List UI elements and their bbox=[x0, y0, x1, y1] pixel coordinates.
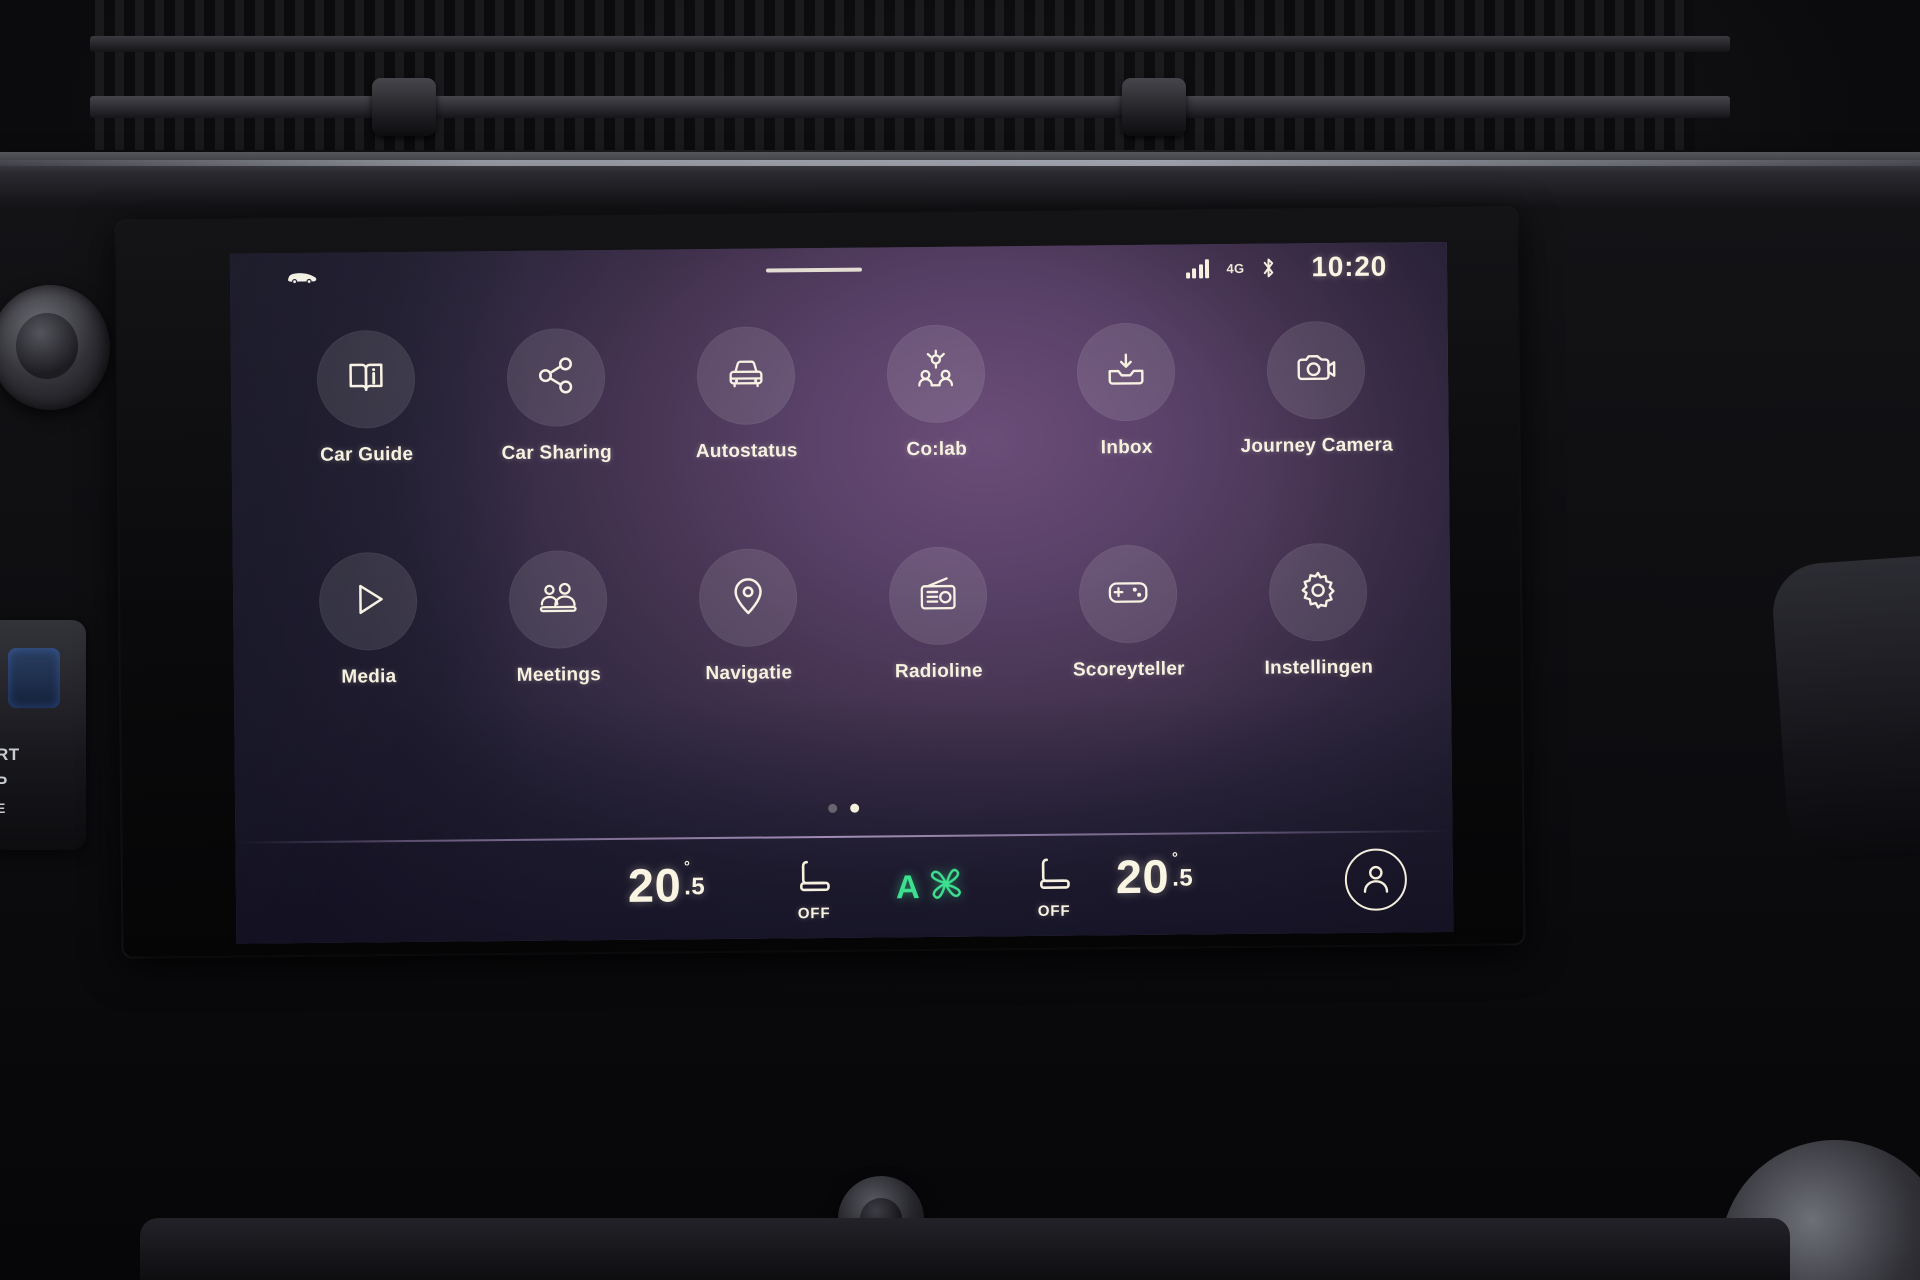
app-car-sharing[interactable]: Car Sharing bbox=[461, 328, 652, 466]
app-icon-button[interactable] bbox=[698, 548, 798, 648]
app-label: Instellingen bbox=[1264, 656, 1374, 679]
bluetooth-icon bbox=[1261, 257, 1276, 279]
driver-temp-value: 20 ° .5 bbox=[628, 857, 706, 913]
app-icon-button[interactable] bbox=[508, 550, 608, 649]
app-icon-button[interactable] bbox=[1266, 320, 1366, 420]
signal-bars-icon bbox=[1185, 258, 1210, 278]
inbox-download-icon bbox=[1103, 346, 1149, 397]
app-label: Inbox bbox=[1100, 436, 1153, 459]
auto-mode-label: A bbox=[895, 868, 920, 906]
app-icon-button[interactable] bbox=[1076, 322, 1176, 422]
passenger-temperature[interactable]: 20 ° .5 bbox=[1116, 848, 1194, 904]
infotainment-bezel: 4G 10:20 Car Guide Car Sharing Autostatu… bbox=[116, 208, 1524, 957]
page-indicator[interactable] bbox=[235, 798, 1452, 819]
app-label: Autostatus bbox=[695, 440, 798, 463]
app-radioline[interactable]: Radioline bbox=[843, 546, 1034, 684]
right-dashboard-trim bbox=[1769, 554, 1920, 866]
gear-icon bbox=[1295, 566, 1341, 617]
passenger-temp-value: 20 ° .5 bbox=[1116, 848, 1194, 904]
driver-temp-degree: ° bbox=[683, 858, 691, 876]
app-icon-button[interactable] bbox=[506, 328, 606, 427]
app-icon-button[interactable] bbox=[316, 329, 416, 429]
camera-video-icon bbox=[1293, 345, 1339, 396]
app-car-guide[interactable]: Car Guide bbox=[271, 329, 462, 467]
start-stop-button[interactable] bbox=[8, 648, 60, 708]
vent-knob-left[interactable] bbox=[372, 78, 436, 136]
seat-heater-icon bbox=[796, 858, 832, 903]
app-icon-button[interactable] bbox=[318, 551, 418, 651]
passenger-seat-heater[interactable]: OFF bbox=[1036, 856, 1073, 920]
passenger-seat-status: OFF bbox=[1037, 902, 1071, 920]
vent-bar-lower bbox=[90, 96, 1730, 118]
start-stop-label-2: P bbox=[0, 773, 8, 792]
page-dot-2[interactable] bbox=[850, 803, 860, 813]
play-triangle-icon bbox=[345, 576, 391, 627]
vent-bar-upper bbox=[90, 36, 1730, 52]
app-label: Car Guide bbox=[320, 443, 414, 466]
app-label: Journey Camera bbox=[1240, 434, 1394, 457]
start-stop-label-1: RT bbox=[0, 745, 20, 764]
app-label: Navigatie bbox=[705, 662, 793, 685]
driver-temperature[interactable]: 20 ° .5 bbox=[628, 857, 706, 913]
app-label: Meetings bbox=[516, 664, 602, 686]
driver-temp-decimal: .5 bbox=[684, 872, 706, 900]
infotainment-screen: 4G 10:20 Car Guide Car Sharing Autostatu… bbox=[229, 241, 1454, 944]
app-autostatus[interactable]: Autostatus bbox=[651, 326, 842, 464]
app-label: Co:lab bbox=[906, 438, 968, 461]
vent-knob-right[interactable] bbox=[1122, 78, 1186, 136]
user-profile-button[interactable] bbox=[1344, 848, 1408, 911]
app-label: Car Sharing bbox=[501, 441, 613, 465]
app-inbox[interactable]: Inbox bbox=[1031, 322, 1222, 460]
gamepad-icon bbox=[1105, 568, 1151, 619]
people-group-icon bbox=[535, 574, 581, 625]
app-meetings[interactable]: Meetings bbox=[463, 550, 654, 688]
climate-bar: 20 ° .5 OFF A OFF 20 ° .5 bbox=[235, 834, 1453, 944]
app-journey-camera[interactable]: Journey Camera bbox=[1221, 320, 1412, 458]
dashboard-trim-highlight bbox=[0, 160, 1920, 166]
book-info-icon bbox=[343, 354, 389, 405]
fan-icon bbox=[925, 863, 967, 910]
app-grid: Car Guide Car Sharing Autostatus Co:lab … bbox=[271, 320, 1414, 689]
map-pin-icon bbox=[725, 572, 771, 623]
console-bottom-trim bbox=[140, 1218, 1790, 1280]
app-icon-button[interactable] bbox=[886, 324, 986, 424]
app-icon-button[interactable] bbox=[1078, 544, 1178, 644]
user-avatar-icon bbox=[1359, 860, 1393, 899]
passenger-temp-whole: 20 bbox=[1115, 849, 1170, 904]
status-indicators: 4G 10:20 bbox=[1185, 250, 1388, 285]
app-label: Radioline bbox=[894, 660, 983, 683]
status-bar: 4G 10:20 bbox=[230, 242, 1447, 306]
app-icon-button[interactable] bbox=[696, 326, 796, 426]
clock-time: 10:20 bbox=[1311, 250, 1388, 283]
page-dot-1[interactable] bbox=[828, 803, 838, 813]
app-label: Scoreyteller bbox=[1072, 658, 1185, 681]
share-nodes-icon bbox=[533, 352, 579, 403]
app-colab[interactable]: Co:lab bbox=[841, 324, 1032, 462]
app-navigatie[interactable]: Navigatie bbox=[653, 548, 844, 686]
passenger-temp-degree: ° bbox=[1171, 849, 1179, 867]
driver-seat-status: OFF bbox=[797, 904, 831, 923]
dashboard-photo: 4G 10:20 Car Guide Car Sharing Autostatu… bbox=[0, 0, 1920, 1280]
passenger-temp-decimal: .5 bbox=[1172, 863, 1194, 892]
car-icon bbox=[285, 269, 319, 285]
app-instellingen[interactable]: Instellingen bbox=[1223, 542, 1414, 680]
app-scoreyteller[interactable]: Scoreyteller bbox=[1033, 544, 1224, 682]
app-icon-button[interactable] bbox=[888, 546, 988, 646]
dashboard-vent-grille bbox=[95, 0, 1695, 150]
status-bar-drag-handle[interactable] bbox=[765, 267, 863, 273]
driver-seat-heater[interactable]: OFF bbox=[796, 858, 833, 922]
app-icon-button[interactable] bbox=[1268, 542, 1368, 642]
app-media[interactable]: Media bbox=[273, 551, 464, 689]
app-label: Media bbox=[341, 666, 397, 688]
start-stop-label-3: E bbox=[0, 800, 6, 816]
car-front-icon bbox=[723, 350, 769, 401]
network-type-label: 4G bbox=[1226, 260, 1245, 276]
auto-climate-control[interactable]: A bbox=[896, 863, 967, 911]
radio-icon bbox=[915, 570, 961, 621]
seat-heater-icon bbox=[1036, 856, 1072, 901]
collaboration-idea-icon bbox=[913, 348, 959, 399]
driver-temp-whole: 20 bbox=[627, 858, 682, 912]
